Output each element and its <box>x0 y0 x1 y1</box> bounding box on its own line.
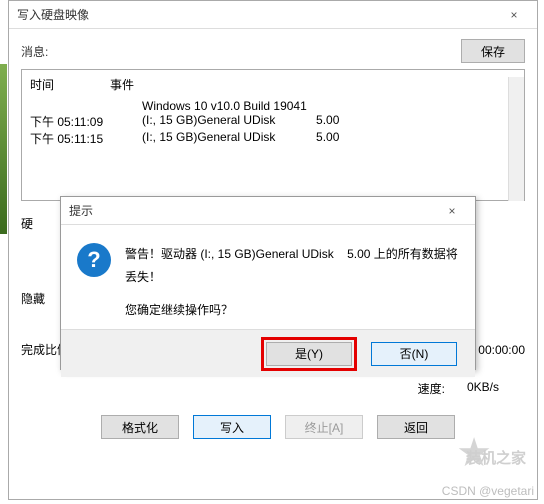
format-button[interactable]: 格式化 <box>101 415 179 439</box>
csdn-watermark: CSDN @vegetari <box>442 484 534 498</box>
back-button[interactable]: 返回 <box>377 415 455 439</box>
col-event: 事件 <box>110 76 134 93</box>
save-button[interactable]: 保存 <box>461 39 525 63</box>
log-row: 下午 05:11:09 (I:, 15 GB)General UDisk5.00 <box>30 113 516 130</box>
no-button[interactable]: 否(N) <box>371 342 457 366</box>
yes-highlight: 是(Y) <box>261 337 357 371</box>
log-build: Windows 10 v10.0 Build 19041 <box>142 99 516 113</box>
confirm-text: 您确定继续操作吗？ <box>125 299 459 322</box>
yes-button[interactable]: 是(Y) <box>266 342 352 366</box>
warn-text: 警告！驱动器 (I:, 15 GB)General UDisk <box>125 247 334 261</box>
speed-value: 0KB/s <box>467 380 499 397</box>
window-title: 写入硬盘映像 <box>17 6 499 23</box>
dialog-title: 提示 <box>69 202 437 219</box>
question-icon: ? <box>77 243 111 277</box>
log-area: 时间 事件 Windows 10 v10.0 Build 19041 下午 05… <box>21 69 525 201</box>
titlebar: 写入硬盘映像 × <box>9 1 537 29</box>
log-row: 下午 05:11:15 (I:, 15 GB)General UDisk5.00 <box>30 130 516 147</box>
hidden-label: 隐藏 <box>21 290 51 307</box>
write-button[interactable]: 写入 <box>193 415 271 439</box>
brand-watermark: 装机之家 <box>466 447 526 468</box>
dialog-close-icon[interactable]: × <box>437 204 467 218</box>
speed-label: 速度: <box>418 380 445 397</box>
hard-label: 硬 <box>21 215 51 232</box>
message-label: 消息: <box>21 43 461 60</box>
close-icon[interactable]: × <box>499 8 529 22</box>
abort-button: 终止[A] <box>285 415 363 439</box>
scrollbar[interactable] <box>508 77 524 201</box>
remain-value: 00:00:00 <box>478 343 525 357</box>
col-time: 时间 <box>30 76 54 93</box>
confirm-dialog: 提示 × ? 警告！驱动器 (I:, 15 GB)General UDisk 5… <box>60 196 476 370</box>
